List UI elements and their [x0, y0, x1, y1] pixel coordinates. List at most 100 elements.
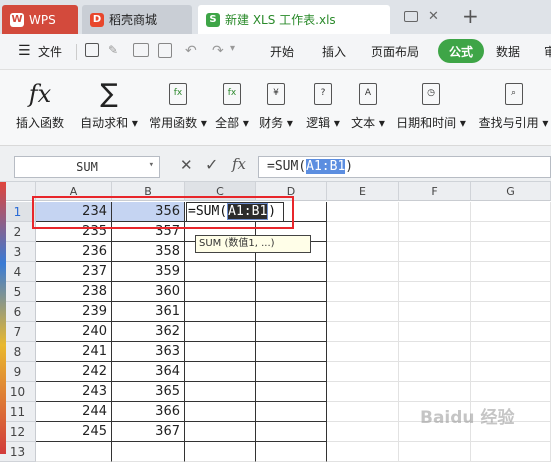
cell-c7[interactable] — [185, 322, 256, 342]
cell-e1[interactable] — [327, 202, 399, 222]
cell-d7[interactable] — [256, 322, 327, 342]
cell-d8[interactable] — [256, 342, 327, 362]
cell-e10[interactable] — [327, 382, 399, 402]
cell-e9[interactable] — [327, 362, 399, 382]
cell-c5[interactable] — [185, 282, 256, 302]
cell-d9[interactable] — [256, 362, 327, 382]
cell-b3[interactable]: 358 — [112, 242, 185, 262]
cell-e2[interactable] — [327, 222, 399, 242]
cell-e6[interactable] — [327, 302, 399, 322]
cell-d4[interactable] — [256, 262, 327, 282]
cell-g6[interactable] — [471, 302, 551, 322]
cell-d13[interactable] — [256, 442, 327, 462]
more-icon[interactable]: ▾ — [230, 43, 235, 54]
tab-wps[interactable]: W WPS — [2, 5, 78, 34]
cell-e11[interactable] — [327, 402, 399, 422]
cell-c11[interactable] — [185, 402, 256, 422]
cell-b4[interactable]: 359 — [112, 262, 185, 282]
chevron-down-icon[interactable]: ▾ — [149, 160, 154, 170]
formula-input[interactable]: =SUM(A1:B1) — [258, 156, 551, 178]
cell-a12[interactable]: 245 — [36, 422, 112, 442]
cell-c9[interactable] — [185, 362, 256, 382]
cell-f6[interactable] — [399, 302, 471, 322]
lookup-button[interactable]: ⌕ 查找与引用 ▾ — [476, 78, 551, 131]
cell-b8[interactable]: 363 — [112, 342, 185, 362]
finance-button[interactable]: ¥ 财务 ▾ — [258, 78, 294, 131]
cell-d10[interactable] — [256, 382, 327, 402]
insert-function-button[interactable]: fx 插入函数 — [10, 78, 70, 131]
cell-g13[interactable] — [471, 442, 551, 462]
cell-a11[interactable]: 244 — [36, 402, 112, 422]
cell-b13[interactable] — [112, 442, 185, 462]
cell-a5[interactable]: 238 — [36, 282, 112, 302]
cell-g4[interactable] — [471, 262, 551, 282]
save-icon[interactable] — [85, 43, 99, 57]
col-header-g[interactable]: G — [471, 182, 551, 201]
window-mode-icon[interactable] — [404, 11, 418, 22]
close-tab-icon[interactable]: ✕ — [428, 9, 439, 24]
print-icon[interactable] — [133, 43, 149, 57]
tab-shop[interactable]: D 稻壳商城 — [82, 5, 192, 34]
cell-f4[interactable] — [399, 262, 471, 282]
confirm-icon[interactable]: ✓ — [205, 155, 218, 174]
text-button[interactable]: A 文本 ▾ — [350, 78, 386, 131]
undo-icon[interactable]: ↶ — [185, 43, 197, 59]
cell-b5[interactable]: 360 — [112, 282, 185, 302]
cell-e12[interactable] — [327, 422, 399, 442]
print-preview-icon[interactable] — [158, 43, 172, 58]
cell-e8[interactable] — [327, 342, 399, 362]
cell-a6[interactable]: 239 — [36, 302, 112, 322]
menu-data[interactable]: 数据 — [496, 43, 520, 60]
menu-review[interactable]: 审 — [544, 43, 551, 60]
cell-c4[interactable] — [185, 262, 256, 282]
cell-c6[interactable] — [185, 302, 256, 322]
cell-f8[interactable] — [399, 342, 471, 362]
cell-g5[interactable] — [471, 282, 551, 302]
logic-button[interactable]: ? 逻辑 ▾ — [305, 78, 341, 131]
cell-f9[interactable] — [399, 362, 471, 382]
new-tab-button[interactable]: + — [462, 4, 479, 28]
cell-d12[interactable] — [256, 422, 327, 442]
autosum-button[interactable]: ∑ 自动求和 ▾ — [76, 78, 142, 131]
cell-g3[interactable] — [471, 242, 551, 262]
common-functions-button[interactable]: fx 常用函数 ▾ — [145, 78, 211, 131]
cell-f3[interactable] — [399, 242, 471, 262]
cell-f13[interactable] — [399, 442, 471, 462]
cell-e7[interactable] — [327, 322, 399, 342]
cell-a10[interactable]: 243 — [36, 382, 112, 402]
redo-icon[interactable]: ↷ — [212, 43, 224, 59]
all-functions-button[interactable]: fx 全部 ▾ — [214, 78, 250, 131]
format-painter-icon[interactable]: ✎ — [108, 43, 118, 57]
cell-e13[interactable] — [327, 442, 399, 462]
cancel-icon[interactable]: ✕ — [180, 156, 193, 174]
cell-d11[interactable] — [256, 402, 327, 422]
hamburger-icon[interactable]: ☰ — [18, 43, 31, 59]
cell-c10[interactable] — [185, 382, 256, 402]
cell-c12[interactable] — [185, 422, 256, 442]
cell-g7[interactable] — [471, 322, 551, 342]
cell-f10[interactable] — [399, 382, 471, 402]
col-header-e[interactable]: E — [327, 182, 399, 201]
col-header-f[interactable]: F — [399, 182, 471, 201]
cell-f1[interactable] — [399, 202, 471, 222]
cell-b12[interactable]: 367 — [112, 422, 185, 442]
cell-b10[interactable]: 365 — [112, 382, 185, 402]
cell-e3[interactable] — [327, 242, 399, 262]
cell-f2[interactable] — [399, 222, 471, 242]
cell-d6[interactable] — [256, 302, 327, 322]
cell-b11[interactable]: 366 — [112, 402, 185, 422]
name-box[interactable]: SUM ▾ — [14, 156, 160, 178]
menu-start[interactable]: 开始 — [270, 43, 294, 60]
cell-g2[interactable] — [471, 222, 551, 242]
cell-g1[interactable] — [471, 202, 551, 222]
cell-b9[interactable]: 364 — [112, 362, 185, 382]
cell-d5[interactable] — [256, 282, 327, 302]
fx-button-icon[interactable]: fx — [232, 155, 246, 173]
cell-g9[interactable] — [471, 362, 551, 382]
cell-a9[interactable]: 242 — [36, 362, 112, 382]
cell-c13[interactable] — [185, 442, 256, 462]
cell-a7[interactable]: 240 — [36, 322, 112, 342]
cell-f7[interactable] — [399, 322, 471, 342]
cell-b6[interactable]: 361 — [112, 302, 185, 322]
datetime-button[interactable]: ◷ 日期和时间 ▾ — [395, 78, 467, 131]
